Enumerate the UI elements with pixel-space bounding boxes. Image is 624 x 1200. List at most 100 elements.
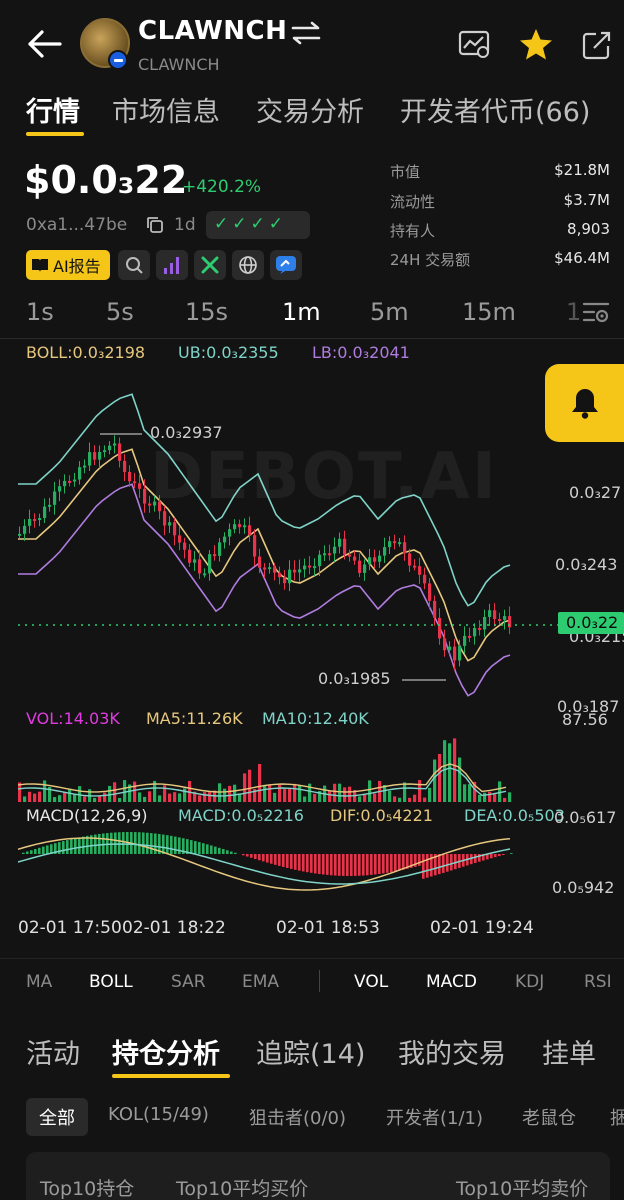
filter-sniper[interactable]: 狙击者(0/0): [249, 1104, 346, 1130]
search-button[interactable]: [118, 250, 150, 280]
volume-bar: [263, 784, 267, 802]
macd-histogram-bar: [94, 834, 97, 854]
candle-body: [398, 542, 402, 545]
candle-body: [238, 524, 242, 528]
subtab-tracking[interactable]: 追踪(14): [256, 1032, 365, 1071]
tab-trade-analysis[interactable]: 交易分析: [256, 90, 364, 129]
candle-body: [198, 559, 202, 574]
macd-histogram-bar: [306, 854, 309, 873]
share-icon[interactable]: [582, 30, 612, 60]
candle-body: [203, 573, 207, 576]
filter-all[interactable]: 全部: [26, 1098, 88, 1136]
macd-histogram-bar: [446, 854, 449, 872]
back-arrow-icon[interactable]: [24, 28, 62, 60]
subtab-activity[interactable]: 活动: [26, 1032, 80, 1071]
tab-dev-tokens[interactable]: 开发者代币(66): [400, 90, 590, 129]
timeframe-5s[interactable]: 5s: [106, 298, 134, 326]
timeframe-15s[interactable]: 15s: [185, 298, 228, 326]
chart-settings-icon[interactable]: [582, 298, 612, 326]
volume-bar: [148, 791, 152, 802]
volume-bar: [208, 792, 212, 802]
volume-bar: [478, 794, 482, 802]
indicator-boll[interactable]: BOLL: [89, 972, 133, 992]
x-button[interactable]: [194, 250, 226, 280]
copy-icon[interactable]: [146, 216, 164, 234]
macd-histogram-bar: [418, 854, 421, 866]
timeframe-1s[interactable]: 1s: [26, 298, 54, 326]
volume-bar: [418, 780, 422, 802]
swap-icon[interactable]: [290, 20, 322, 46]
timeframe-5m[interactable]: 5m: [370, 298, 409, 326]
volume-bar: [338, 783, 342, 802]
stats-button[interactable]: [156, 250, 188, 280]
stat-value-liquidity: $3.7M: [563, 191, 610, 209]
macd-histogram-bar: [30, 850, 33, 854]
timeframe-1h-partial[interactable]: 1: [566, 298, 581, 326]
macd-histogram-bar: [146, 832, 149, 854]
telegram-button[interactable]: [270, 250, 302, 280]
filter-kol[interactable]: KOL(15/49): [108, 1104, 209, 1125]
time-label-2: 02-01 18:22: [122, 918, 226, 938]
candle-body: [338, 538, 342, 547]
filter-insider[interactable]: 老鼠仓: [522, 1104, 576, 1130]
volume-bar: [243, 773, 247, 802]
indicator-rsi[interactable]: RSI: [584, 972, 612, 992]
filter-bundle[interactable]: 捆: [610, 1104, 624, 1130]
volume-bar: [123, 780, 127, 802]
time-label-4: 02-01 19:24: [430, 918, 534, 938]
subtab-orders[interactable]: 挂单: [542, 1032, 596, 1071]
ai-report-button[interactable]: AI报告: [26, 250, 110, 280]
indicator-macd[interactable]: MACD: [426, 972, 477, 992]
indicator-ma[interactable]: MA: [26, 972, 52, 992]
indicator-sar[interactable]: SAR: [171, 972, 206, 992]
volume-bar: [233, 784, 237, 802]
volume-bar: [143, 796, 147, 802]
macd-histogram-bar: [62, 841, 65, 854]
macd-histogram-bar: [502, 854, 505, 856]
macd-histogram-bar: [334, 854, 337, 876]
macd-histogram-bar: [266, 854, 269, 863]
tab-market[interactable]: 行情: [26, 90, 80, 129]
timeframe-15m[interactable]: 15m: [462, 298, 516, 326]
candle-body: [118, 443, 122, 461]
macd-histogram-bar: [142, 832, 145, 854]
macd-histogram-bar: [294, 854, 297, 870]
candle-body: [228, 529, 232, 537]
filter-developer[interactable]: 开发者(1/1): [386, 1104, 483, 1130]
volume-bar: [468, 784, 472, 802]
subtab-my-trades[interactable]: 我的交易: [398, 1032, 506, 1071]
macd-histogram-bar: [350, 854, 353, 876]
macd-histogram-bar: [170, 835, 173, 854]
candle-body: [328, 553, 332, 556]
star-icon[interactable]: [518, 27, 554, 61]
macd-histogram-bar: [114, 832, 117, 854]
candle-body: [138, 483, 142, 489]
volume-bar: [258, 763, 262, 802]
candle-body: [293, 569, 297, 573]
indicator-ema[interactable]: EMA: [242, 972, 279, 992]
indicator-vol[interactable]: VOL: [354, 972, 388, 992]
dea-legend: DEA:0.0₅503: [464, 806, 565, 825]
macd-histogram-bar: [194, 841, 197, 854]
subtab-holdings[interactable]: 持仓分析: [112, 1032, 220, 1071]
vol-max-label: 87.56: [562, 710, 608, 729]
volume-bar: [228, 785, 232, 802]
candle-body: [288, 569, 292, 584]
volume-bar: [503, 797, 507, 802]
tab-market-info[interactable]: 市场信息: [112, 90, 220, 129]
candle-body: [323, 553, 327, 556]
indicator-divider: [319, 970, 320, 992]
volume-bar: [303, 796, 307, 802]
watch-chart-icon[interactable]: [458, 30, 492, 60]
price-alert-button[interactable]: [545, 364, 624, 442]
website-button[interactable]: [232, 250, 264, 280]
candle-body: [243, 525, 247, 528]
candle-body: [103, 450, 107, 453]
candle-body: [258, 556, 262, 568]
timeframe-1m[interactable]: 1m: [282, 298, 321, 326]
volume-bar: [73, 794, 77, 802]
chart-watermark: DEBOT.AI: [150, 440, 498, 514]
indicator-kdj[interactable]: KDJ: [515, 972, 544, 992]
volume-bar: [273, 792, 277, 802]
high-price-label: 0.0₃2937: [150, 423, 223, 442]
